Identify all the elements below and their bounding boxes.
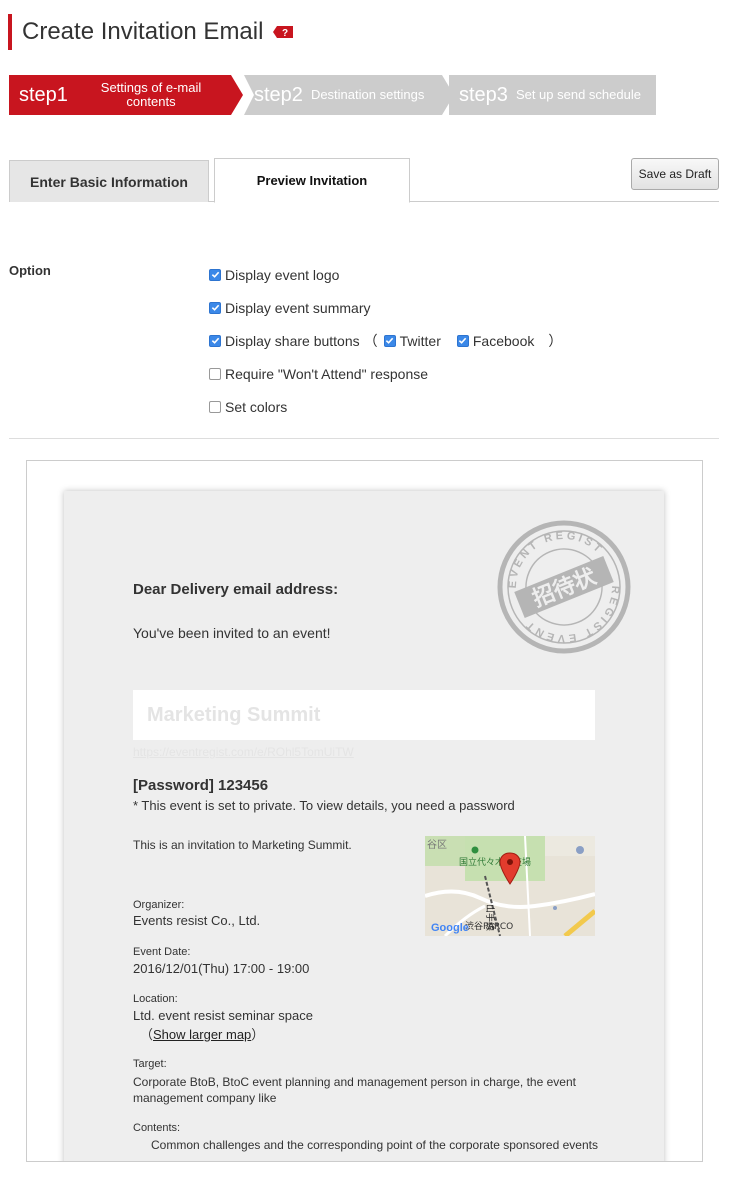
- option-facebook: Facebook: [456, 332, 535, 349]
- option-display-summary: Display event summary: [209, 291, 562, 324]
- share-paren-open: （: [363, 332, 378, 349]
- require-wont-attend-label: Require "Won't Attend" response: [225, 365, 429, 382]
- options-list: Display event logo Display event summary…: [209, 258, 562, 423]
- location-label: Location:: [133, 993, 178, 1005]
- email-card: EVENT REGIST REGIST EVENT 招待状 Dear Deliv…: [64, 491, 664, 1161]
- set-colors-label: Set colors: [225, 398, 288, 415]
- facebook-label: Facebook: [472, 332, 535, 349]
- tab-basic-information[interactable]: Enter Basic Information: [9, 160, 209, 202]
- target-label: Target:: [133, 1058, 167, 1070]
- event-password: [Password] 123456: [133, 777, 269, 794]
- email-preview-frame[interactable]: EVENT REGIST REGIST EVENT 招待状 Dear Deliv…: [26, 460, 703, 1162]
- event-name: Marketing Summit: [147, 703, 321, 726]
- display-summary-checkbox[interactable]: [209, 301, 221, 314]
- option-require-wont-attend: Require "Won't Attend" response: [209, 357, 562, 390]
- help-icon[interactable]: ?: [273, 25, 295, 39]
- page-title: Create Invitation Email: [22, 18, 264, 45]
- map-link-line: （Show larger map）: [140, 1024, 264, 1043]
- step-1-number: step1: [19, 83, 68, 106]
- event-name-box: Marketing Summit: [133, 690, 595, 740]
- facebook-checkbox[interactable]: [456, 334, 469, 347]
- option-label: Option: [9, 263, 51, 278]
- svg-text:谷区: 谷区: [427, 839, 447, 851]
- display-logo-label: Display event logo: [225, 266, 340, 283]
- map-link-paren-open: （: [140, 1027, 154, 1042]
- save-as-draft-button[interactable]: Save as Draft: [631, 158, 719, 190]
- share-paren-close: ）: [548, 332, 563, 349]
- page-header: Create Invitation Email ?: [8, 14, 295, 50]
- step-2-number: step2: [254, 83, 303, 106]
- event-url-link[interactable]: https://eventregist.com/e/ROhl5TomUiTW: [133, 745, 354, 759]
- section-divider: [9, 438, 719, 439]
- location-value: Ltd. event resist seminar space: [133, 1008, 313, 1023]
- option-twitter: Twitter: [383, 332, 441, 349]
- tab-bar: Enter Basic Information Preview Invitati…: [9, 158, 719, 203]
- require-wont-attend-checkbox[interactable]: [209, 367, 221, 380]
- option-set-colors: Set colors: [209, 390, 562, 423]
- event-date-label: Event Date:: [133, 946, 191, 958]
- target-value: Corporate BtoB, BtoC event planning and …: [133, 1075, 576, 1105]
- organizer-value: Events resist Co., Ltd.: [133, 913, 261, 928]
- contents-value: Common challenges and the corresponding …: [151, 1138, 598, 1152]
- svg-text:渋谷PARCO: 渋谷PARCO: [465, 920, 513, 932]
- organizer-label: Organizer:: [133, 899, 185, 911]
- svg-text:Google: Google: [431, 922, 469, 934]
- show-larger-map-link[interactable]: Show larger map: [153, 1027, 251, 1042]
- step-3: step3 Set up send schedule: [449, 75, 656, 115]
- invitation-stamp-icon: EVENT REGIST REGIST EVENT 招待状: [496, 519, 632, 655]
- option-display-logo: Display event logo: [209, 258, 562, 291]
- location-map[interactable]: 谷区 国立代々木競技場 山手線 渋谷PARCO Google: [425, 836, 595, 936]
- display-logo-checkbox[interactable]: [209, 268, 221, 281]
- step-2: step2 Destination settings: [244, 75, 454, 115]
- contents-label: Contents:: [133, 1122, 181, 1134]
- event-date-value: 2016/12/01(Thu) 17:00 - 19:00: [133, 961, 310, 976]
- step-2-label: Destination settings: [310, 87, 425, 102]
- step-1: step1 Settings of e-mail contents: [9, 75, 243, 115]
- invitation-intro: This is an invitation to Marketing Summi…: [133, 838, 352, 852]
- greeting: Dear Delivery email address:: [133, 581, 339, 598]
- twitter-checkbox[interactable]: [383, 334, 396, 347]
- step-3-label: Set up send schedule: [515, 87, 641, 102]
- svg-text:?: ?: [282, 28, 288, 39]
- svg-text:招待状: 招待状: [529, 563, 601, 612]
- invited-message: You've been invited to an event!: [133, 625, 331, 641]
- display-share-label: Display share buttons: [225, 332, 360, 349]
- tab-preview-invitation[interactable]: Preview Invitation: [214, 158, 410, 203]
- private-note: * This event is set to private. To view …: [133, 798, 515, 813]
- display-share-checkbox[interactable]: [209, 334, 221, 347]
- step-1-label: Settings of e-mail contents: [100, 80, 202, 109]
- map-link-paren-close: ）: [251, 1027, 265, 1042]
- step-3-number: step3: [459, 83, 508, 106]
- display-summary-label: Display event summary: [225, 299, 371, 316]
- set-colors-checkbox[interactable]: [209, 400, 221, 413]
- option-display-share: Display share buttons （ Twitter Facebook…: [209, 324, 562, 357]
- twitter-label: Twitter: [399, 332, 441, 349]
